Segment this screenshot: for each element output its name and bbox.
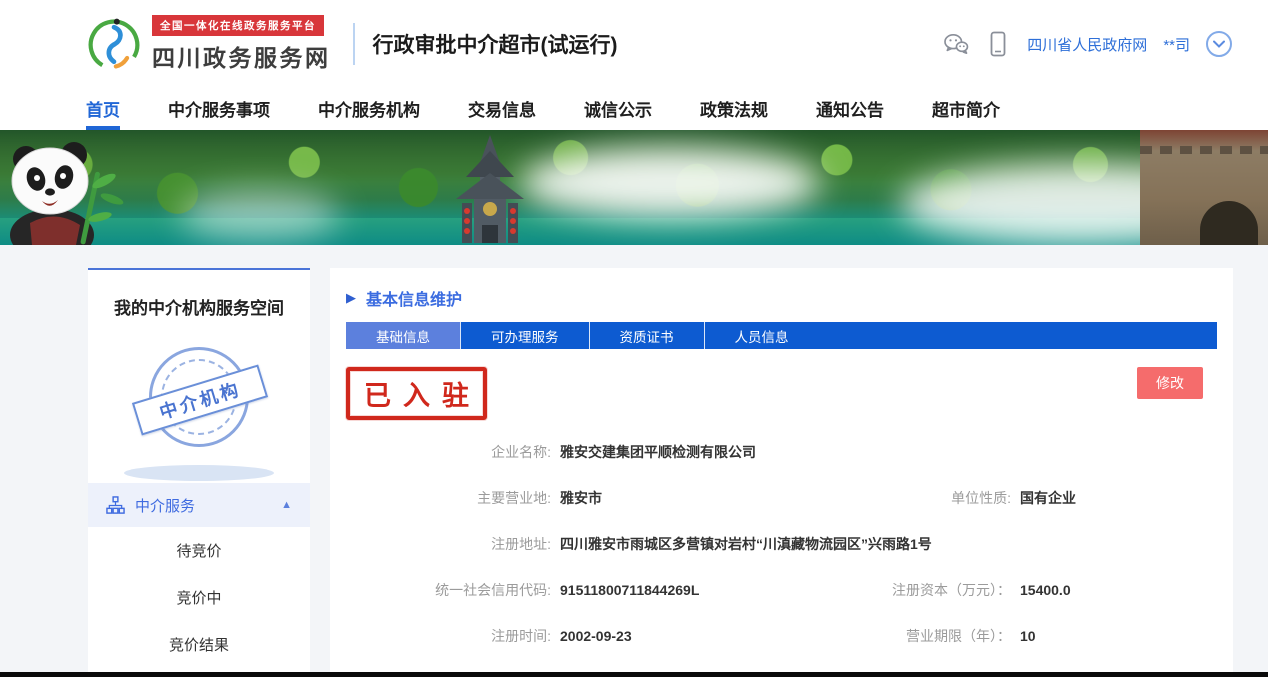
site-header: 全国一体化在线政务服务平台 四川政务服务网 行政审批中介超市(试运行) 四川省人… (0, 0, 1268, 88)
pagoda-illustration (400, 133, 580, 245)
tab-certificates[interactable]: 资质证书 (589, 322, 704, 349)
section-marker-icon: ▶ (346, 290, 356, 306)
tab-personnel[interactable]: 人员信息 (704, 322, 819, 349)
mist-overlay (180, 190, 340, 240)
nav-item-service-agencies[interactable]: 中介服务机构 (318, 88, 420, 130)
account-dropdown-button[interactable] (1206, 31, 1232, 57)
site-logo[interactable]: 全国一体化在线政务服务平台 四川政务服务网 (86, 15, 331, 73)
nav-item-integrity[interactable]: 诚信公示 (584, 88, 652, 130)
city-wall-illustration (1140, 130, 1268, 245)
sidebar-item-bid-results[interactable]: 竞价结果 (88, 621, 310, 668)
wechat-icon[interactable] (943, 31, 969, 57)
nav-item-notices[interactable]: 通知公告 (816, 88, 884, 130)
form-row-registered-address: 注册地址: 四川雅安市雨城区多营镇对岩村“川滇藏物流园区”兴雨路1号 (346, 521, 1217, 567)
main-panel: ▶ 基本信息维护 基础信息 可办理服务 资质证书 人员信息 已入驻 修改 企业名… (330, 268, 1233, 677)
tab-available-services[interactable]: 可办理服务 (460, 322, 589, 349)
tab-basic-info[interactable]: 基础信息 (346, 322, 460, 349)
sidebar-item-bidding[interactable]: 竞价中 (88, 574, 310, 621)
form-row-credit-code: 统一社会信用代码: 91511800711844269L 注册资本（万元）： 1… (346, 567, 1217, 613)
panda-illustration (0, 137, 140, 245)
portal-title: 行政审批中介超市(试运行) (373, 29, 618, 59)
section-title: 基本信息维护 (366, 286, 462, 310)
chevron-down-icon (1213, 40, 1225, 48)
sidebar: 我的中介机构服务空间 中介机构 中介服务 ▲ 待竞价 竞价中 竞价结果 合同签订… (88, 268, 310, 677)
agency-seal-illustration: 中介机构 (88, 325, 310, 483)
nav-item-service-matters[interactable]: 中介服务事项 (168, 88, 270, 130)
registered-status-stamp: 已入驻 (346, 367, 487, 420)
mobile-icon[interactable] (985, 31, 1011, 57)
username-label[interactable]: **司 (1163, 34, 1190, 55)
page-content: 我的中介机构服务空间 中介机构 中介服务 ▲ 待竞价 竞价中 竞价结果 合同签订… (0, 245, 1268, 677)
nav-item-home[interactable]: 首页 (86, 88, 120, 130)
org-chart-icon (106, 496, 125, 515)
nav-item-about[interactable]: 超市简介 (932, 88, 1000, 130)
modify-button[interactable]: 修改 (1137, 367, 1203, 399)
nav-item-policies[interactable]: 政策法规 (700, 88, 768, 130)
sidebar-item-pending-bid[interactable]: 待竞价 (88, 527, 310, 574)
main-nav: 首页 中介服务事项 中介服务机构 交易信息 诚信公示 政策法规 通知公告 超市简… (0, 88, 1268, 130)
form-row-company-name: 企业名称: 雅安交建集团平顺检测有限公司 (346, 429, 1217, 475)
sidebar-title: 我的中介机构服务空间 (88, 270, 310, 325)
sichuan-gov-logo-icon (86, 16, 142, 72)
window-bottom-edge (0, 672, 1268, 677)
form-row-business-location: 主要营业地: 雅安市 单位性质: 国有企业 (346, 475, 1217, 521)
header-utilities: 四川省人民政府网 **司 (943, 31, 1232, 57)
site-name: 四川政务服务网 (152, 39, 331, 73)
banner-image (0, 130, 1268, 245)
header-divider (353, 23, 355, 65)
platform-badge: 全国一体化在线政务服务平台 (152, 15, 324, 36)
sidebar-menu-label: 中介服务 (135, 495, 195, 516)
basic-info-form: 企业名称: 雅安交建集团平顺检测有限公司 主要营业地: 雅安市 单位性质: 国有… (346, 429, 1217, 659)
collapse-arrow-icon[interactable]: ▲ (281, 499, 292, 511)
gov-portal-link[interactable]: 四川省人民政府网 (1027, 34, 1147, 55)
nav-item-transactions[interactable]: 交易信息 (468, 88, 536, 130)
info-tabbar: 基础信息 可办理服务 资质证书 人员信息 (346, 322, 1217, 349)
sidebar-menu-intermediary-services[interactable]: 中介服务 ▲ (88, 483, 310, 527)
form-row-registration-date: 注册时间: 2002-09-23 营业期限（年）： 10 (346, 613, 1217, 659)
